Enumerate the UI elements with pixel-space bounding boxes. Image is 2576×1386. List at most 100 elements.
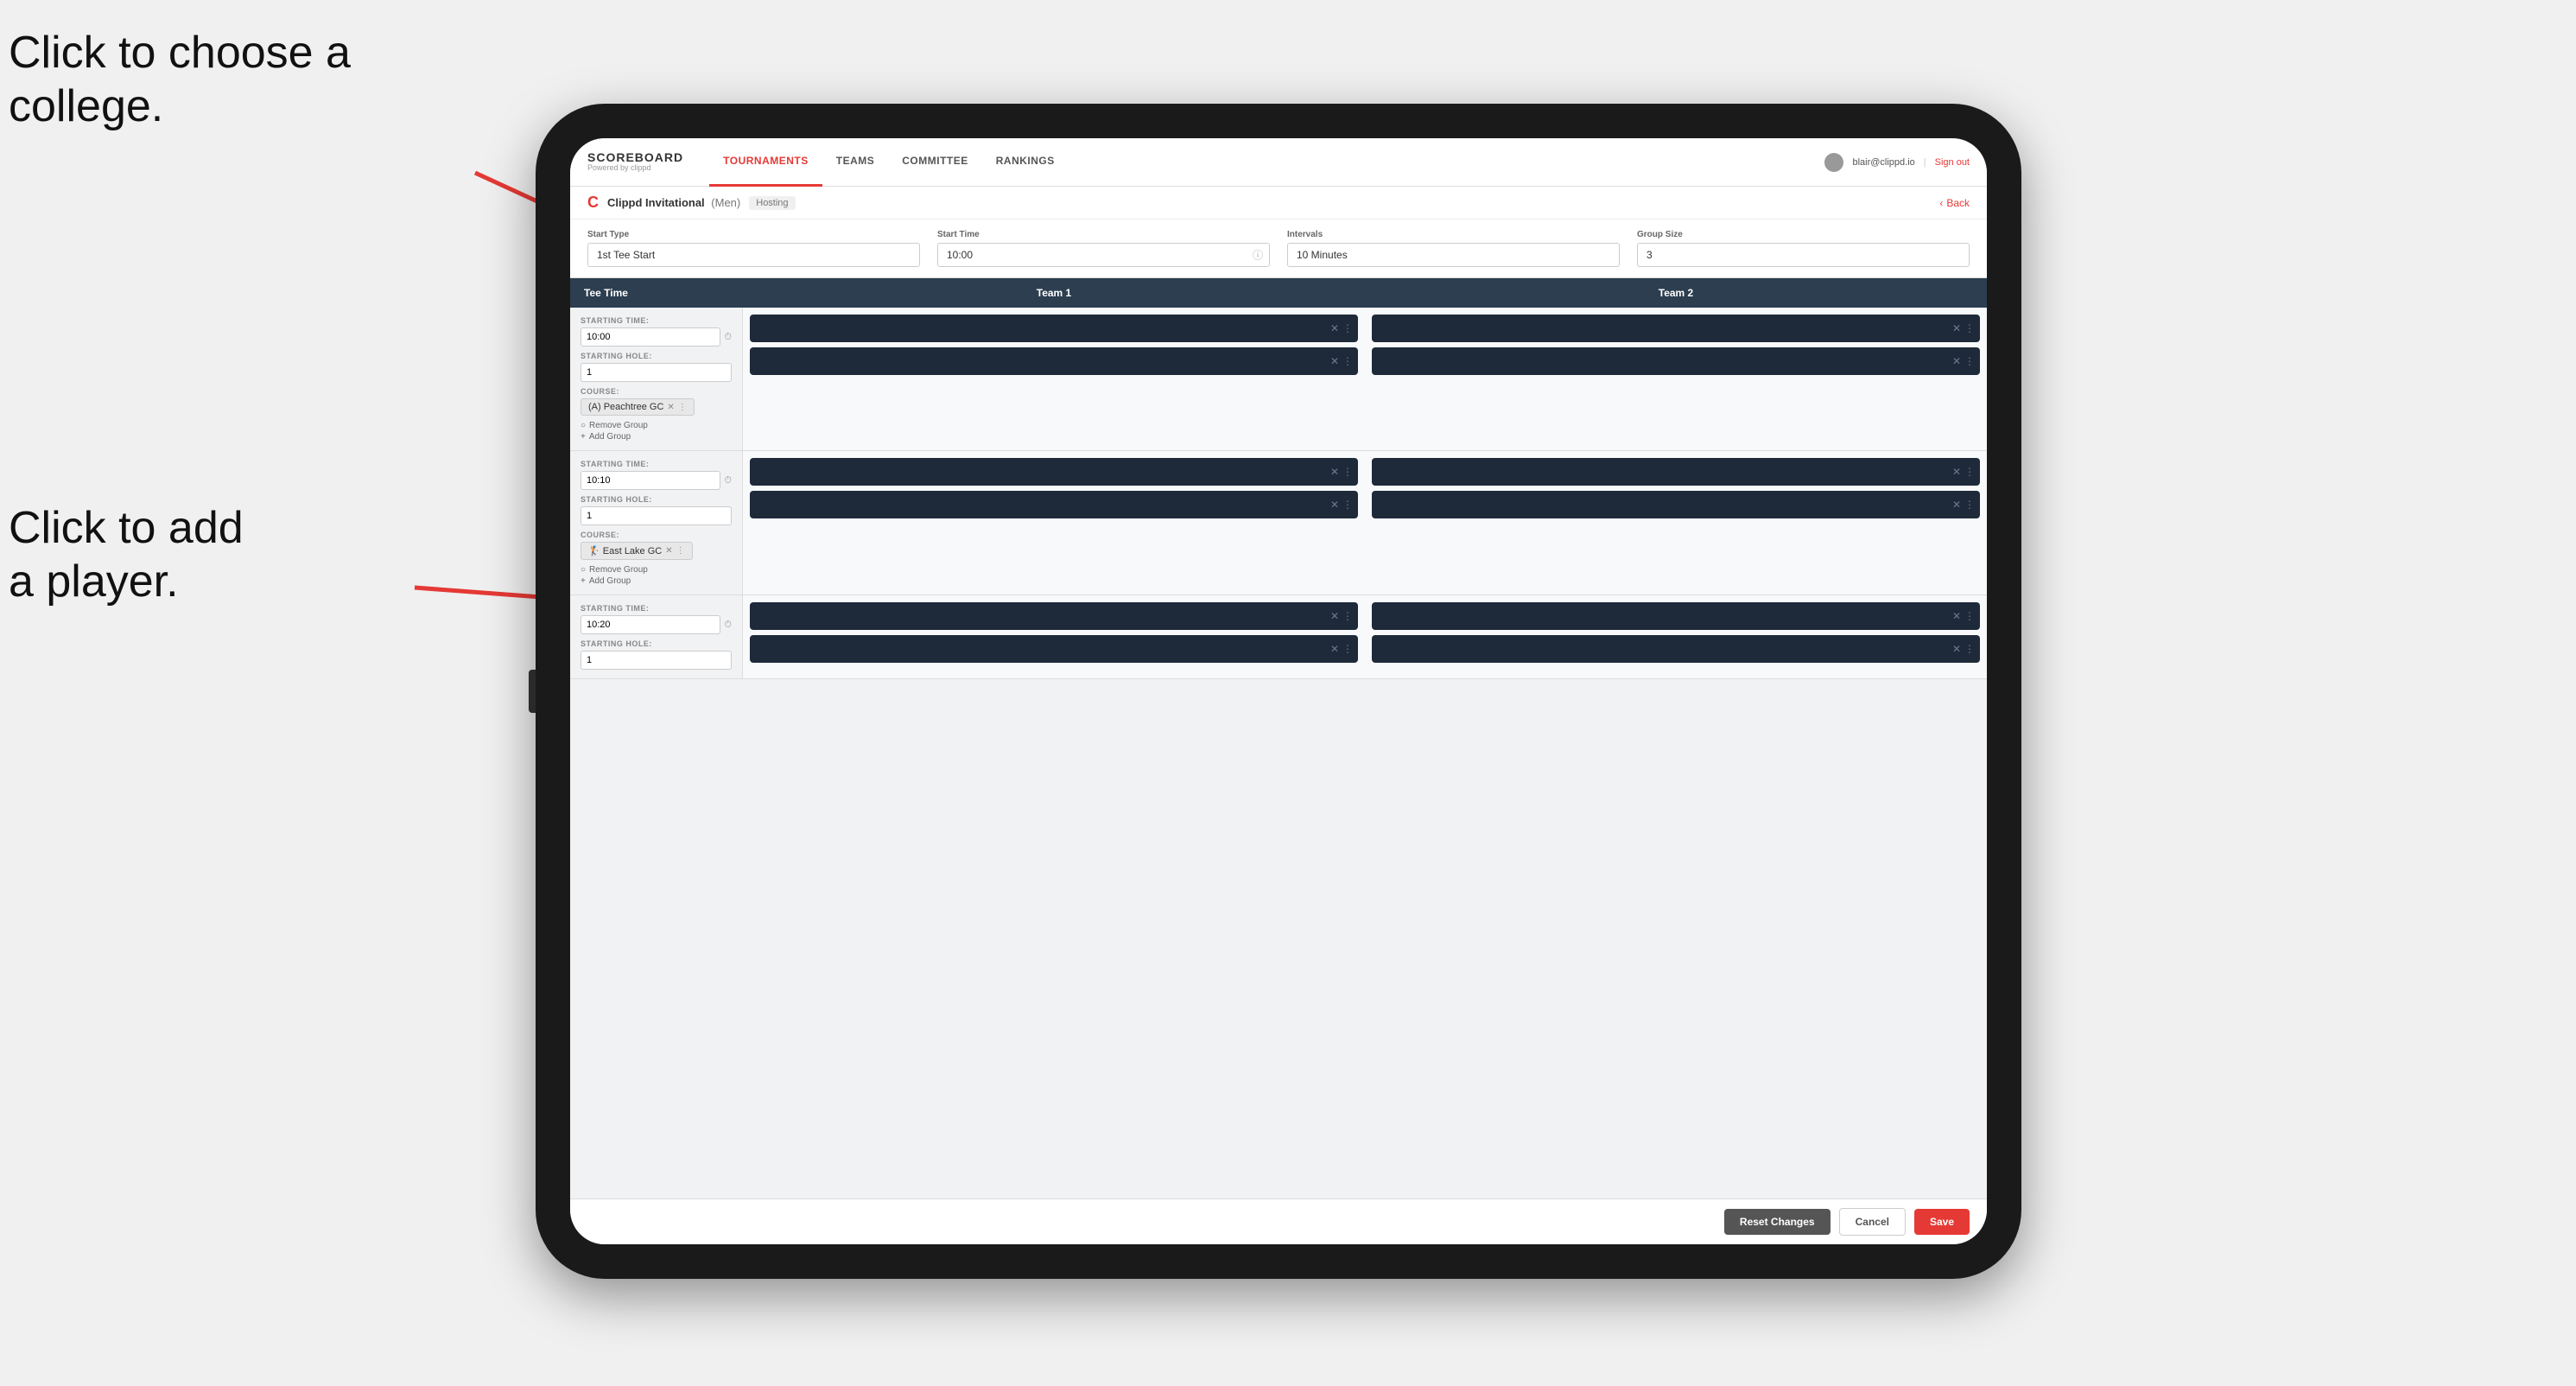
starting-time-input-2[interactable]: [581, 471, 720, 490]
add-group-btn-2[interactable]: + Add Group: [581, 576, 732, 586]
slot-chevron-btn-6-1[interactable]: ⋮: [1964, 610, 1975, 622]
player-slot-4-2[interactable]: ✕ ⋮: [1372, 491, 1980, 518]
course-remove-1[interactable]: ✕: [667, 403, 674, 412]
slot-x-btn-6-1[interactable]: ✕: [1952, 610, 1961, 622]
group-size-label: Group Size: [1637, 230, 1970, 239]
add-group-btn-1[interactable]: + Add Group: [581, 432, 732, 442]
time-icon-3: ⏱: [724, 620, 732, 631]
slot-x-btn-1-2[interactable]: ✕: [1330, 355, 1339, 367]
time-icon-2: ⏱: [724, 475, 732, 486]
slot-actions-4-2: ✕ ⋮: [1952, 499, 1975, 511]
course-remove-2[interactable]: ✕: [665, 546, 672, 556]
start-time-label: Start Time: [937, 230, 1270, 239]
reset-changes-button[interactable]: Reset Changes: [1724, 1209, 1830, 1235]
slot-chevron-btn-5-1[interactable]: ⋮: [1342, 610, 1353, 622]
start-time-info-icon: ⓘ: [1253, 248, 1263, 263]
tee-group-1: STARTING TIME: ⏱ STARTING HOLE: 1 COURSE…: [570, 308, 1987, 451]
slot-chevron-btn-2-2[interactable]: ⋮: [1964, 355, 1975, 367]
slot-x-btn-4-2[interactable]: ✕: [1952, 499, 1961, 511]
start-type-label: Start Type: [587, 230, 920, 239]
breadcrumb-bar: C Clippd Invitational (Men) Hosting ‹ Ba…: [570, 187, 1987, 219]
nav-bar: SCOREBOARD Powered by clippd TOURNAMENTS…: [570, 138, 1987, 187]
slot-chevron-btn-1-2[interactable]: ⋮: [1342, 355, 1353, 367]
start-time-input[interactable]: [937, 243, 1270, 267]
slot-x-btn-3-2[interactable]: ✕: [1330, 499, 1339, 511]
slot-chevron-btn-4-1[interactable]: ⋮: [1964, 466, 1975, 478]
nav-tournaments[interactable]: TOURNAMENTS: [709, 138, 822, 187]
schedule-header: Tee Time Team 1 Team 2: [570, 278, 1987, 308]
group-actions-1: ○ Remove Group + Add Group: [581, 421, 732, 442]
slot-chevron-btn-2-1[interactable]: ⋮: [1964, 322, 1975, 334]
player-slot-3-1[interactable]: ✕ ⋮: [750, 458, 1358, 486]
cancel-button[interactable]: Cancel: [1839, 1208, 1906, 1236]
slot-x-btn-1-1[interactable]: ✕: [1330, 322, 1339, 334]
start-time-group: Start Time ⓘ: [937, 230, 1270, 267]
slot-chevron-btn-3-2[interactable]: ⋮: [1342, 499, 1353, 511]
course-tag-1[interactable]: (A) Peachtree GC ✕ ⋮: [581, 398, 695, 416]
player-slot-5-2[interactable]: ✕ ⋮: [750, 635, 1358, 663]
course-expand-1[interactable]: ⋮: [678, 403, 687, 412]
slot-x-btn-3-1[interactable]: ✕: [1330, 466, 1339, 478]
nav-committee[interactable]: COMMITTEE: [888, 138, 982, 187]
player-slot-4-1[interactable]: ✕ ⋮: [1372, 458, 1980, 486]
tee-group-2: STARTING TIME: ⏱ STARTING HOLE: 1 COURSE…: [570, 451, 1987, 595]
starting-time-input-1[interactable]: [581, 327, 720, 346]
back-button[interactable]: ‹ Back: [1939, 197, 1970, 209]
team2-column-3: ✕ ⋮ ✕ ⋮: [1365, 595, 1987, 678]
tee-controls-2: STARTING TIME: ⏱ STARTING HOLE: 1 COURSE…: [570, 451, 743, 594]
player-slot-3-2[interactable]: ✕ ⋮: [750, 491, 1358, 518]
save-button[interactable]: Save: [1914, 1209, 1970, 1235]
player-slot-6-2[interactable]: ✕ ⋮: [1372, 635, 1980, 663]
annotation-add-player: Click to add a player.: [9, 501, 244, 609]
starting-time-row-2: ⏱: [581, 471, 732, 490]
starting-hole-label-2: STARTING HOLE:: [581, 495, 732, 504]
breadcrumb-logo: C: [587, 194, 599, 212]
tee-group-3: STARTING TIME: ⏱ STARTING HOLE: 1: [570, 595, 1987, 679]
slot-x-btn-2-1[interactable]: ✕: [1952, 322, 1961, 334]
player-slot-1-1[interactable]: ✕ ⋮: [750, 315, 1358, 342]
start-type-select[interactable]: 1st Tee Start: [587, 243, 920, 267]
remove-group-btn-2[interactable]: ○ Remove Group: [581, 565, 732, 575]
player-slot-5-1[interactable]: ✕ ⋮: [750, 602, 1358, 630]
group-size-select[interactable]: 3: [1637, 243, 1970, 267]
nav-avatar: [1824, 153, 1843, 172]
starting-hole-select-3[interactable]: 1: [581, 651, 732, 670]
starting-hole-select-1[interactable]: 1: [581, 363, 732, 382]
remove-group-btn-1[interactable]: ○ Remove Group: [581, 421, 732, 430]
slot-actions-3-1: ✕ ⋮: [1330, 466, 1353, 478]
brand-scoreboard: SCOREBOARD: [587, 151, 683, 164]
sign-out-link[interactable]: Sign out: [1935, 157, 1970, 168]
course-tag-2[interactable]: 🏌 East Lake GC ✕ ⋮: [581, 542, 693, 560]
slot-chevron-btn-3-1[interactable]: ⋮: [1342, 466, 1353, 478]
intervals-group: Intervals 10 Minutes: [1287, 230, 1620, 267]
slot-x-btn-5-2[interactable]: ✕: [1330, 643, 1339, 655]
starting-time-label-2: STARTING TIME:: [581, 460, 732, 468]
starting-hole-label-3: STARTING HOLE:: [581, 639, 732, 648]
player-slot-2-2[interactable]: ✕ ⋮: [1372, 347, 1980, 375]
nav-teams[interactable]: TEAMS: [822, 138, 889, 187]
tee-time-header: Tee Time: [570, 278, 743, 308]
slot-x-btn-6-2[interactable]: ✕: [1952, 643, 1961, 655]
slot-x-btn-5-1[interactable]: ✕: [1330, 610, 1339, 622]
intervals-select[interactable]: 10 Minutes: [1287, 243, 1620, 267]
player-slot-2-1[interactable]: ✕ ⋮: [1372, 315, 1980, 342]
slot-chevron-btn-6-2[interactable]: ⋮: [1964, 643, 1975, 655]
course-expand-2[interactable]: ⋮: [676, 546, 685, 556]
player-slot-6-1[interactable]: ✕ ⋮: [1372, 602, 1980, 630]
starting-hole-select-2[interactable]: 1: [581, 506, 732, 525]
slot-chevron-btn-5-2[interactable]: ⋮: [1342, 643, 1353, 655]
player-slot-1-2[interactable]: ✕ ⋮: [750, 347, 1358, 375]
breadcrumb-title: Clippd Invitational (Men): [607, 196, 740, 209]
starting-time-input-3[interactable]: [581, 615, 720, 634]
slot-x-btn-4-1[interactable]: ✕: [1952, 466, 1961, 478]
intervals-label: Intervals: [1287, 230, 1620, 239]
slot-actions-2-2: ✕ ⋮: [1952, 355, 1975, 367]
annotation-choose-college: Click to choose a college.: [9, 26, 351, 134]
slot-chevron-btn-1-1[interactable]: ⋮: [1342, 322, 1353, 334]
brand-powered: Powered by clippd: [587, 164, 683, 173]
group-size-group: Group Size 3: [1637, 230, 1970, 267]
slot-actions-2-1: ✕ ⋮: [1952, 322, 1975, 334]
nav-rankings[interactable]: RANKINGS: [982, 138, 1069, 187]
slot-chevron-btn-4-2[interactable]: ⋮: [1964, 499, 1975, 511]
slot-x-btn-2-2[interactable]: ✕: [1952, 355, 1961, 367]
